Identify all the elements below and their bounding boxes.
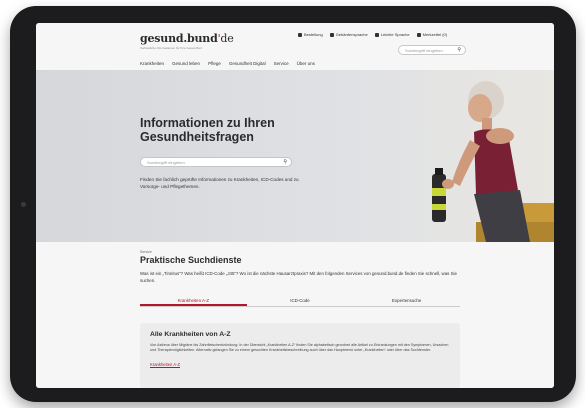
utility-links: Bestellung Gebärdensprache Leichte Sprac… (298, 32, 447, 37)
sign-language-icon (329, 32, 334, 37)
search-icon[interactable]: ⚲ (283, 159, 287, 165)
tab-diseases-a-z[interactable]: Krankheiten A-Z (140, 296, 247, 306)
header-search-input[interactable]: Suchbegriff eingeben ⚲ (398, 45, 466, 55)
nav-item-diseases[interactable]: Krankheiten (140, 61, 164, 66)
site-header: gesund.bund'de Verlässliche Informatione… (36, 23, 554, 59)
easy-language-icon (374, 32, 379, 37)
camera-icon (21, 202, 26, 207)
logo-main-text: gesund.bund (140, 32, 218, 45)
order-icon (298, 32, 302, 37)
hero-search-input[interactable]: Suchbegriff eingeben ⚲ (140, 157, 292, 167)
utility-link-order[interactable]: Bestellung (298, 32, 323, 37)
site-tagline: Verlässliche Informationen für Ihre Gesu… (140, 46, 202, 50)
nav-item-about[interactable]: Über uns (297, 61, 315, 66)
card-link[interactable]: Krankheiten A-Z (150, 362, 180, 367)
service-tabs: Krankheiten A-Z ICD-Code Expertensuche (140, 296, 460, 307)
card-text: Von Asthma über Migräne bis Zahnfleische… (150, 343, 449, 352)
utility-link-bookmarks[interactable]: Merkzettel (0) (416, 32, 447, 37)
nav-item-service[interactable]: Service (274, 61, 289, 66)
nav-item-digital-health[interactable]: Gesundheit Digital (229, 61, 266, 66)
search-icon[interactable]: ⚲ (457, 47, 461, 53)
tab-icd-code[interactable]: ICD-Code (247, 296, 354, 306)
tablet-screen: gesund.bund'de Verlässliche Informatione… (36, 23, 554, 388)
section-kicker: Service (140, 250, 152, 254)
diseases-card: Alle Krankheiten von A-Z Von Asthma über… (140, 323, 460, 388)
section-intro: Was ist ein „Tinnitus“? Was heißt ICD-Co… (140, 271, 457, 283)
hero-description: Finden Sie fachlich geprüfte Information… (140, 177, 299, 189)
hero-section: Informationen zu Ihren Gesundheitsfragen… (36, 70, 554, 242)
services-section: Service Praktische Suchdienste Was ist e… (36, 242, 554, 388)
section-title: Praktische Suchdienste (140, 255, 242, 265)
hero-title: Informationen zu Ihren Gesundheitsfragen (140, 116, 275, 144)
card-title: Alle Krankheiten von A-Z (150, 331, 231, 338)
site-logo[interactable]: gesund.bund'de (140, 32, 234, 45)
tab-expert-search[interactable]: Expertensuche (353, 296, 460, 306)
tablet-device: gesund.bund'de Verlässliche Informatione… (10, 6, 576, 402)
main-navigation: Krankheiten Gesund leben Pflege Gesundhe… (140, 61, 315, 66)
nav-item-healthy-living[interactable]: Gesund leben (172, 61, 200, 66)
hero-woman-image (432, 81, 530, 242)
nav-item-care[interactable]: Pflege (208, 61, 221, 66)
utility-link-easy-language[interactable]: Leichte Sprache (374, 32, 410, 37)
logo-tld-text: de (220, 32, 234, 45)
utility-link-sign-language[interactable]: Gebärdensprache (329, 32, 368, 37)
pin-icon (416, 32, 421, 37)
